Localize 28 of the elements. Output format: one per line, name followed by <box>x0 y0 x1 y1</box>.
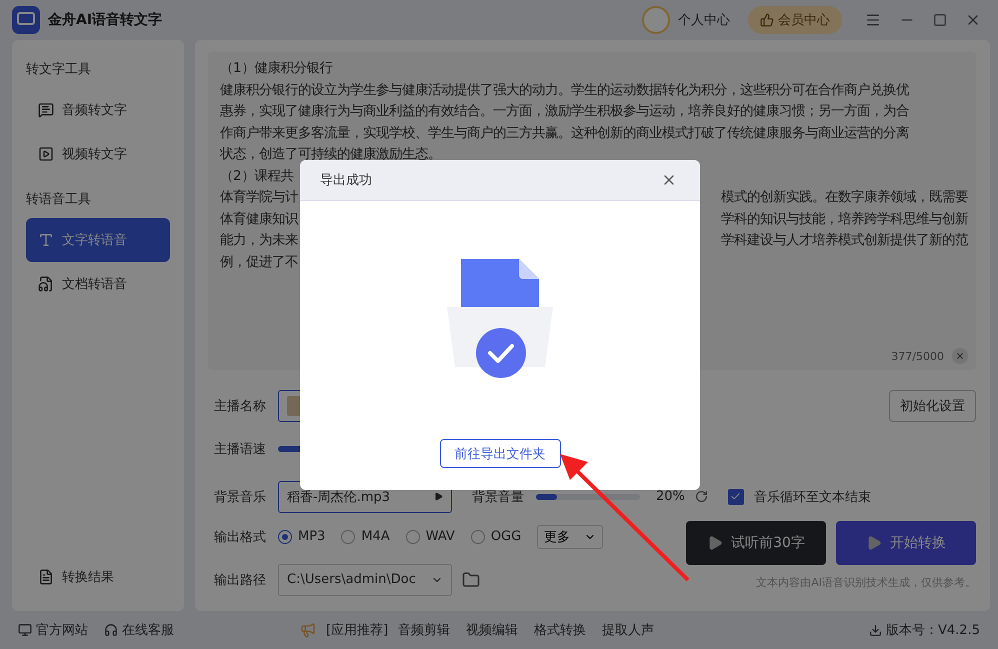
dialog-title: 导出成功 <box>320 172 372 189</box>
text-line: 例，促进了不 <box>220 254 298 272</box>
version-text: 版本号：V4.2.5 <box>869 621 980 639</box>
section-title: 转文字工具 <box>26 61 92 78</box>
field-label: 背景音乐 <box>214 488 267 506</box>
volume-reading: 20% <box>656 489 685 504</box>
text-line: 学科建设与人才培养模式创新提供了新的范 <box>721 232 968 250</box>
text-line: 模式的创新实践。在数字康养领域，既需要 <box>721 188 968 207</box>
field-label: 输出格式 <box>214 528 267 546</box>
text-line: 状态，创造了可持续的健康激励生态。 <box>220 146 441 164</box>
field-label: 输出路径 <box>214 572 267 588</box>
text-line: 能力，为未来 <box>220 232 298 250</box>
field-label: 主播语速 <box>214 440 267 458</box>
field-label: 主播名称 <box>214 398 267 414</box>
text-line: （1）健康积分银行 <box>220 60 333 78</box>
char-counter: 377/5000 <box>891 350 944 362</box>
field-label: 背景音量 <box>472 488 525 506</box>
text-line: 作商户带来更多客流量，实现学校、学生与商户的三方共赢。这种创新的商业模式打破了传统健康服务与商业运营的分离 <box>220 124 909 142</box>
checkbox-label: 音乐循环至文本结束 <box>754 488 871 506</box>
text-line: 惠券，实现了健康行为与商业利益的有效结合。一方面，激励学生积极参与运动，培养良好的健康习惯；另一方面，为合 <box>220 102 909 121</box>
promo-label: [应用推荐] <box>326 622 388 639</box>
text-line: 体育学院与计 <box>220 188 298 207</box>
text-line: 体育健康知识 <box>220 210 298 228</box>
text-line: （2）课程共 <box>220 168 294 186</box>
text-line: 健康积分银行的设立为学生参与健康活动提供了强大的动力。学生的运动数据转化为积分，这些积分可在合作商户兑换优 <box>220 82 909 100</box>
app-title: 金舟AI语音转文字 <box>48 11 162 29</box>
text-line: 学科的知识与技能，培养跨学科思维与创新 <box>721 210 968 228</box>
section-title: 转语音工具 <box>26 191 92 208</box>
